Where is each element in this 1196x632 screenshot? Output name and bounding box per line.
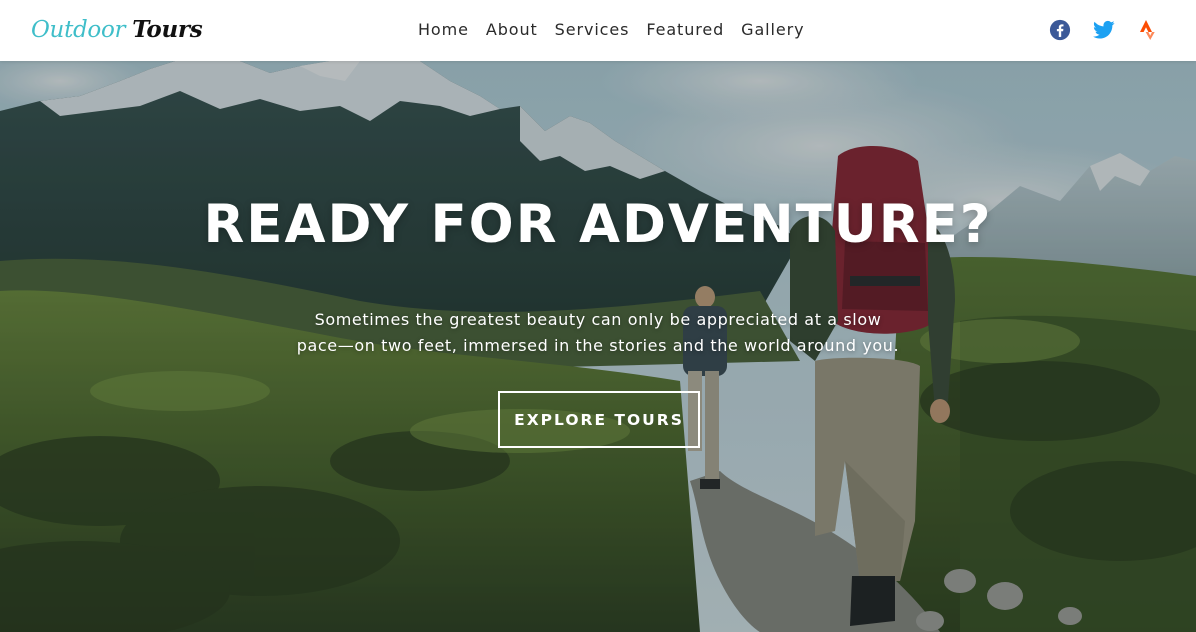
brand-logo[interactable]: Outdoor Tours [31, 14, 203, 46]
twitter-icon [1093, 20, 1115, 39]
hero-title: READY FOR ADVENTURE? [203, 194, 993, 255]
hero-subtitle: Sometimes the greatest beauty can only b… [270, 307, 926, 359]
facebook-icon [1049, 19, 1071, 41]
hero-subtitle-line-1: Sometimes the greatest beauty can only b… [314, 310, 882, 329]
strava-icon [1140, 20, 1155, 40]
hero-subtitle-line-2: pace—on two feet, immersed in the storie… [296, 336, 900, 355]
strava-link[interactable] [1136, 18, 1160, 42]
main-nav-menu: Home About Services Featured Gallery [418, 18, 804, 42]
nav-link-home[interactable]: Home [418, 20, 469, 39]
nav-link-featured[interactable]: Featured [646, 20, 724, 39]
hero-section: READY FOR ADVENTURE? Sometimes the great… [0, 61, 1196, 632]
top-navbar: Outdoor Tours Home About Services Featur… [0, 0, 1196, 61]
facebook-link[interactable] [1048, 18, 1072, 42]
brand-logo-first-word: Outdoor [31, 17, 126, 43]
nav-link-about[interactable]: About [486, 20, 538, 39]
brand-logo-second-word: Tours [132, 16, 203, 43]
twitter-link[interactable] [1092, 18, 1116, 42]
nav-link-services[interactable]: Services [555, 20, 630, 39]
nav-link-gallery[interactable]: Gallery [741, 20, 804, 39]
explore-tours-button[interactable]: EXPLORE TOURS [498, 391, 700, 448]
